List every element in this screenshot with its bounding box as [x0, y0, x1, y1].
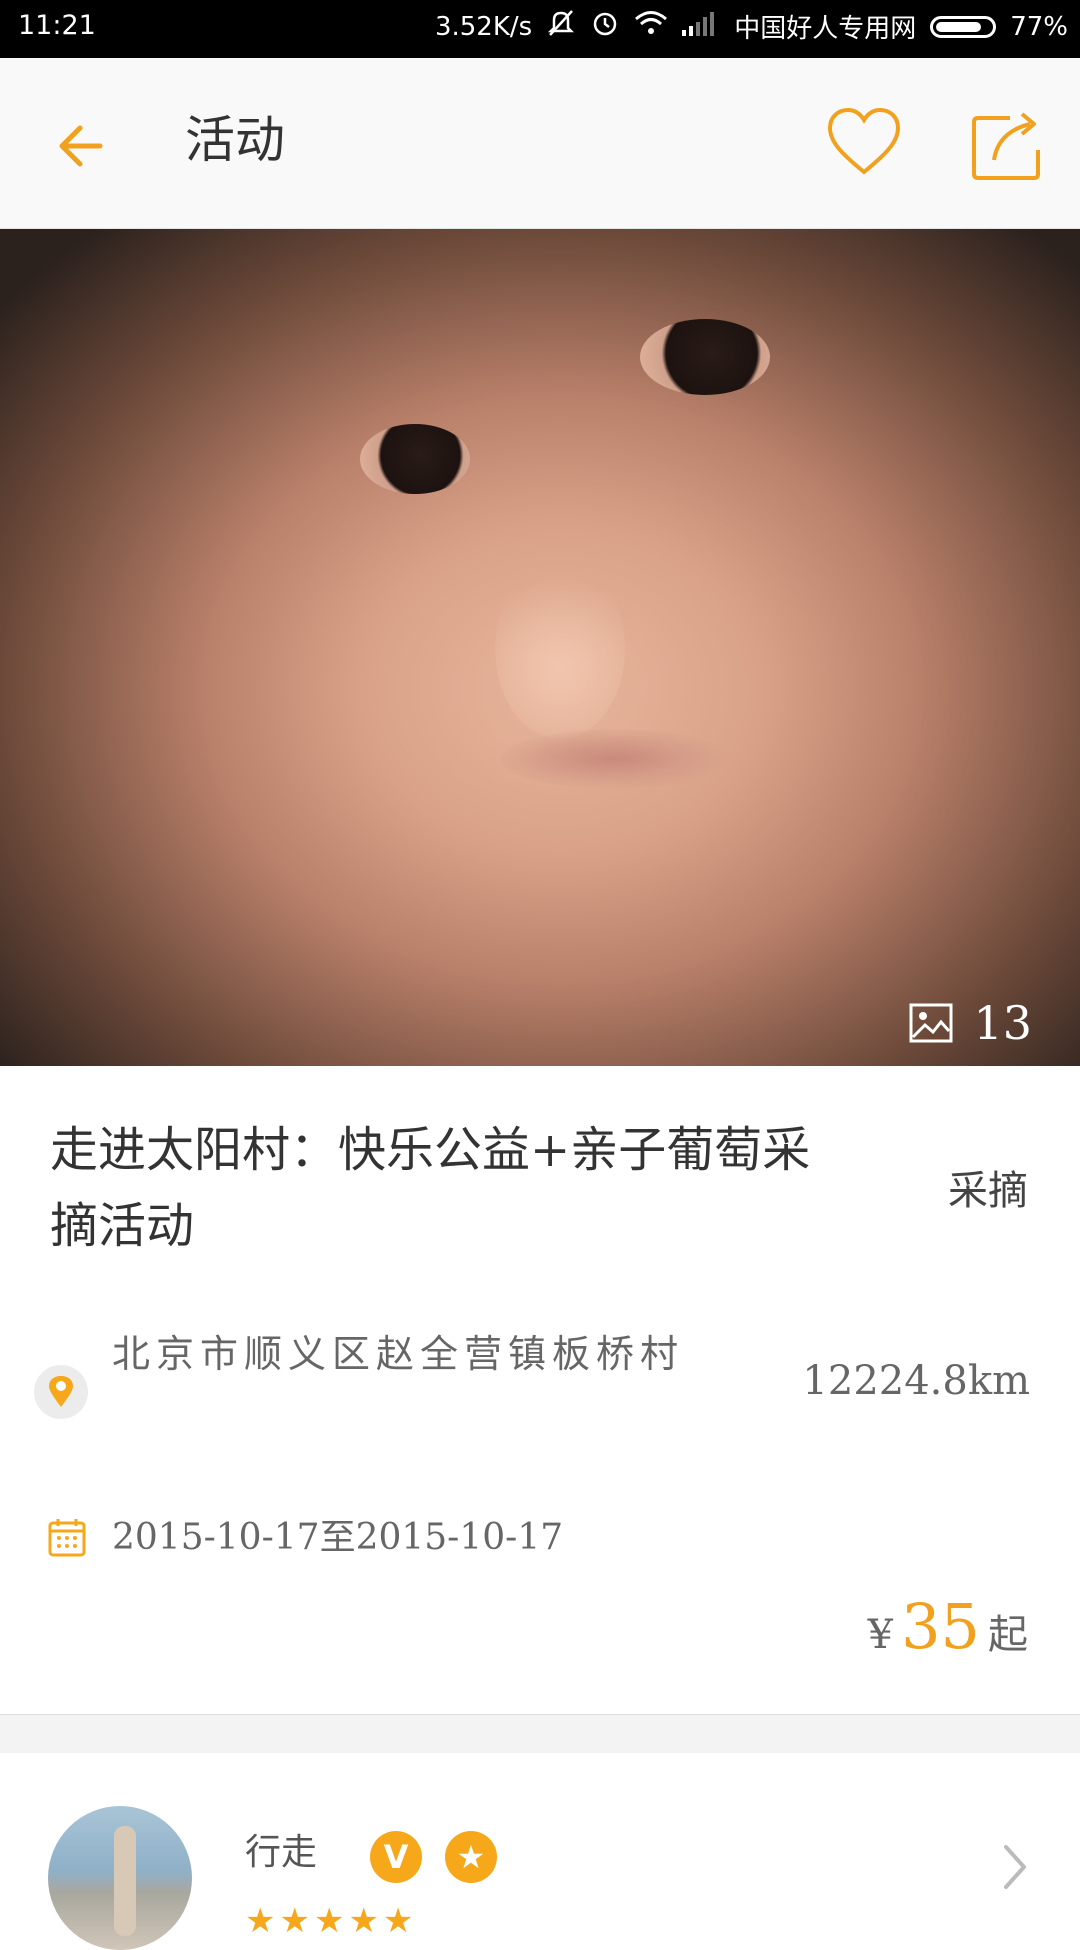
section-divider [0, 1714, 1080, 1754]
price-amount: 35 [901, 1590, 980, 1663]
status-right: 3.52K/s 中国好人专用网 77% [435, 8, 1068, 45]
carrier-name: 中国好人专用网 [734, 14, 917, 44]
star-badge-icon: ★ [445, 1831, 497, 1883]
network-speed: 3.52K/s [434, 11, 533, 42]
alarm-icon [590, 8, 620, 45]
favorite-button[interactable] [826, 106, 902, 182]
event-title: 走进太阳村：快乐公益+亲子葡萄采摘活动 [50, 1122, 811, 1254]
battery-icon [930, 15, 997, 38]
status-time: 11:21 [18, 10, 96, 41]
hero-nose [495, 559, 625, 739]
price-suffix: 起 [988, 1612, 1028, 1658]
back-button[interactable] [52, 116, 112, 176]
hero-image[interactable]: 13 [0, 229, 1080, 1066]
heart-icon [827, 107, 901, 175]
rating-stars: ★★★★★ [245, 1901, 418, 1941]
share-icon [972, 112, 1040, 180]
event-distance: 12224.8km [802, 1358, 1030, 1404]
event-tag: 采摘 [948, 1168, 1028, 1214]
status-bar: 11:21 3.52K/s 中国好人专用网 77% [0, 0, 1080, 58]
event-dates: 2015-10-17至2015-10-17 [112, 1517, 564, 1558]
location-icon [34, 1365, 88, 1419]
hero-eye-left [360, 424, 470, 494]
mute-icon [546, 8, 576, 45]
signal-icon [682, 10, 720, 43]
calendar-icon [48, 1517, 86, 1557]
hero-eye-right [640, 319, 770, 395]
share-button[interactable] [970, 106, 1046, 182]
verified-badge-icon: V [370, 1831, 422, 1883]
price-currency: ¥ [867, 1612, 894, 1658]
image-count-number: 13 [973, 996, 1032, 1050]
event-address[interactable]: 北京市顺义区赵全营镇板桥村 [112, 1320, 712, 1388]
image-count: 13 [909, 996, 1032, 1050]
event-price: ¥ 35 起 [868, 1590, 1028, 1663]
chevron-right-icon [1000, 1841, 1030, 1893]
wifi-icon [634, 9, 668, 44]
arrow-left-icon [59, 125, 103, 167]
organizer-row[interactable]: 行走 V ★ ★★★★★ [0, 1753, 1080, 1950]
app-bar: 活动 [0, 58, 1080, 229]
battery-percent: 77% [1010, 11, 1068, 42]
image-icon [909, 1003, 953, 1043]
hero-mouth [500, 729, 730, 789]
organizer-name: 行走 [245, 1832, 318, 1873]
page-title: 活动 [185, 111, 285, 169]
avatar [48, 1806, 192, 1950]
